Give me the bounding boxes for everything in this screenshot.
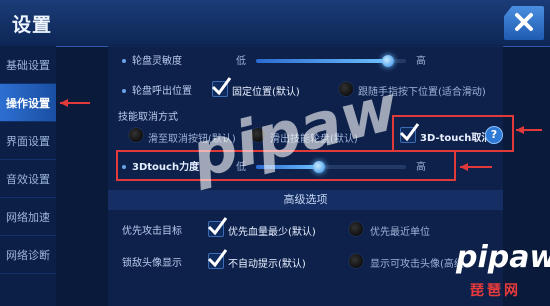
lock-show-radio[interactable] xyxy=(348,253,364,269)
wheel-sensitivity-fill xyxy=(256,59,388,63)
skill-cancel-label: 技能取消方式 xyxy=(118,112,178,123)
close-icon xyxy=(515,13,533,31)
checkmark-icon xyxy=(207,217,228,236)
priority-nearest-radio[interactable] xyxy=(348,221,364,237)
priority-low-hp-checkbox[interactable] xyxy=(207,217,228,237)
header-bar: 设置 xyxy=(0,0,550,47)
sidebar-item-controls[interactable]: 操作设置 xyxy=(0,84,56,122)
wheel-sensitivity-label: 轮盘灵敏度 xyxy=(122,52,182,67)
brand-logo: pipaw 琵琶网 xyxy=(456,240,550,304)
sidebar-item-network-diagnose[interactable]: 网络诊断 xyxy=(0,236,56,274)
wheel-sensitivity-knob[interactable] xyxy=(382,55,394,67)
checkmark-icon xyxy=(207,249,228,268)
skill-cancel-slide-radio[interactable] xyxy=(128,127,144,143)
priority-target-label: 优先攻击目标 xyxy=(122,226,182,237)
advanced-section-header: 高级选项 xyxy=(108,190,503,210)
lock-no-auto-text: 不自动提示(默认) xyxy=(228,259,306,270)
page-title: 设置 xyxy=(12,14,53,36)
lock-no-auto-checkbox[interactable] xyxy=(207,249,228,269)
wheel-position-label: 轮盘呼出位置 xyxy=(122,82,192,97)
checkmark-icon xyxy=(211,77,232,96)
annotation-box-3d-cancel xyxy=(392,115,514,152)
lock-show-text: 显示可攻击头像(高级 xyxy=(370,259,464,270)
brand-logo-text: pipaw xyxy=(456,240,550,275)
wheel-sensitivity-high: 高 xyxy=(416,56,426,67)
sidebar: 基础设置 操作设置 界面设置 音效设置 网络加速 网络诊断 xyxy=(0,46,56,306)
priority-nearest-text: 优先最近单位 xyxy=(370,227,430,238)
priority-low-hp-text: 优先血量最少(默认) xyxy=(228,227,316,238)
lock-avatar-label: 锁敌头像显示 xyxy=(122,258,182,269)
bullet-icon xyxy=(122,59,126,63)
wheel-position-fixed-checkbox[interactable] xyxy=(211,77,232,97)
annotation-arrow-3d-cancel xyxy=(516,126,542,134)
annotation-arrow-touch-force xyxy=(460,163,492,171)
sidebar-item-sound[interactable]: 音效设置 xyxy=(0,160,56,198)
close-button[interactable] xyxy=(504,6,544,40)
sidebar-item-interface[interactable]: 界面设置 xyxy=(0,122,56,160)
wheel-sensitivity-low: 低 xyxy=(236,56,246,67)
sidebar-item-basic[interactable]: 基础设置 xyxy=(0,46,56,84)
wheel-sensitivity-slider[interactable] xyxy=(256,55,406,67)
sidebar-item-network-boost[interactable]: 网络加速 xyxy=(0,198,56,236)
annotation-arrow-sidebar xyxy=(60,99,90,107)
bullet-icon xyxy=(122,89,126,93)
brand-logo-cn: 琵琶网 xyxy=(470,283,521,299)
